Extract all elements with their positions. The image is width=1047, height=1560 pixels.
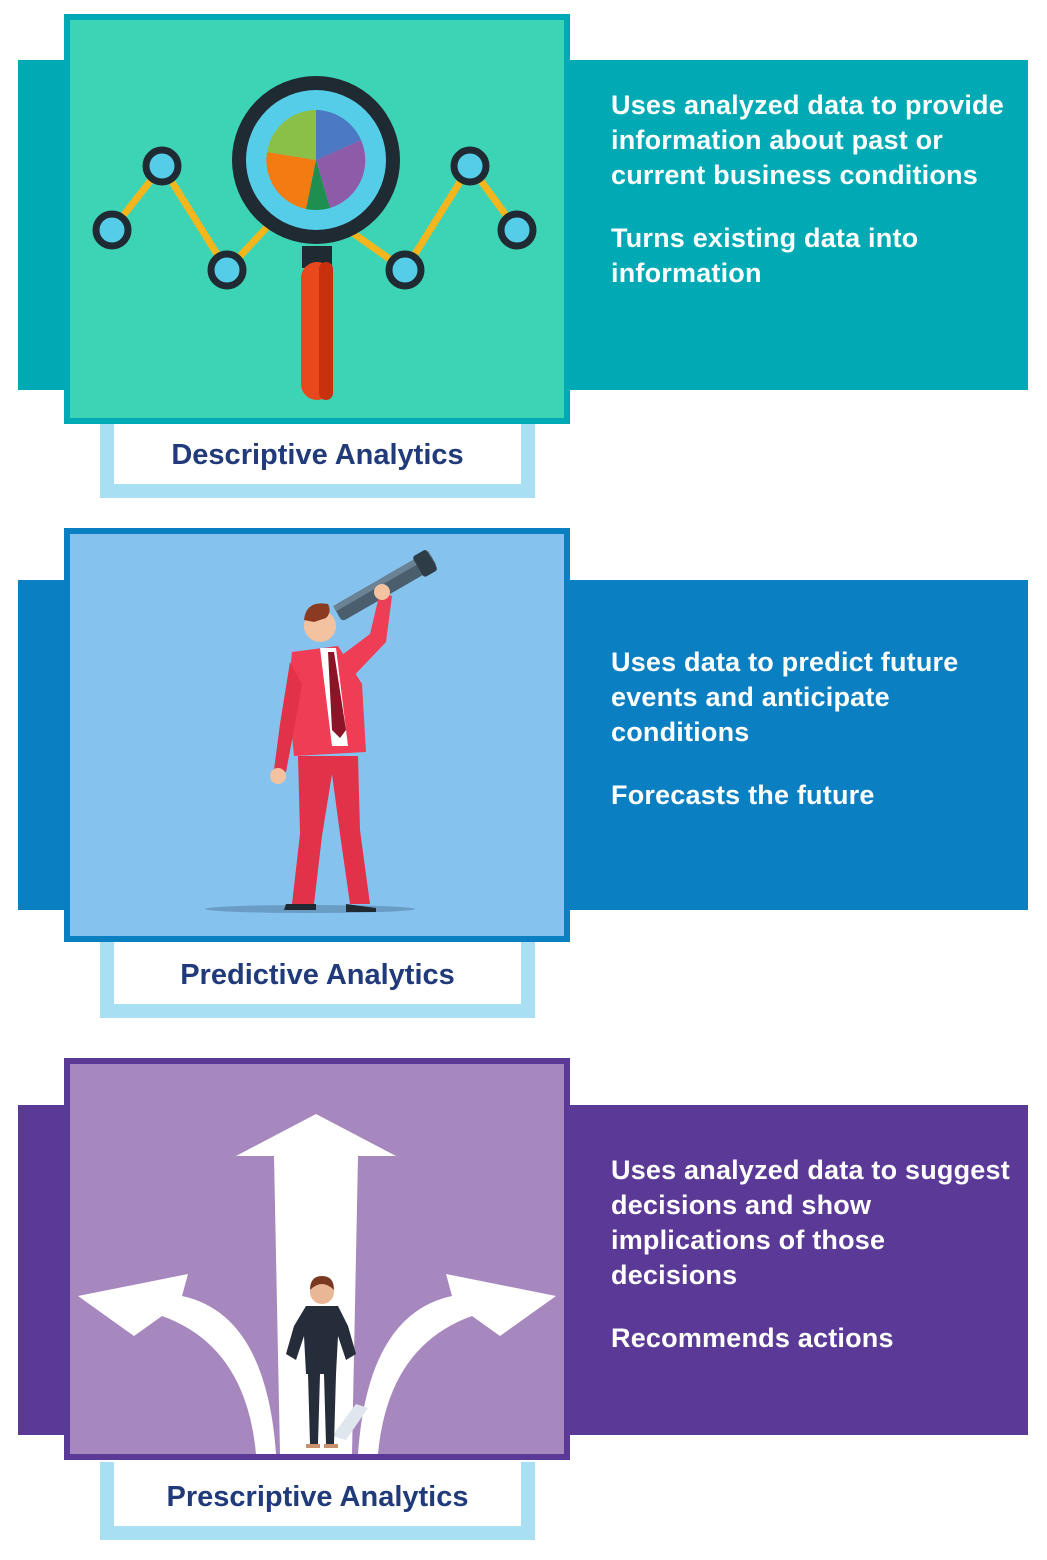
- descriptive-point-1: Uses analyzed data to provide informatio…: [611, 90, 1004, 190]
- businessman-telescope-icon: [205, 550, 437, 913]
- prescriptive-illustration: [64, 1058, 570, 1460]
- descriptive-label-box: Descriptive Analytics: [100, 420, 535, 498]
- prescriptive-description: Uses analyzed data to suggest decisions …: [611, 1153, 1011, 1384]
- prescriptive-point-1: Uses analyzed data to suggest decisions …: [611, 1155, 1010, 1290]
- prescriptive-point-2: Recommends actions: [611, 1323, 894, 1353]
- predictive-illustration: [64, 528, 570, 942]
- predictive-point-1: Uses data to predict future events and a…: [611, 647, 959, 747]
- descriptive-label: Descriptive Analytics: [171, 439, 464, 471]
- predictive-description: Uses data to predict future events and a…: [611, 645, 1011, 841]
- predictive-label: Predictive Analytics: [180, 959, 455, 991]
- magnifier-pie-chart-icon: [92, 76, 537, 400]
- descriptive-point-2: Turns existing data into information: [611, 223, 919, 288]
- descriptive-illustration: [64, 14, 570, 424]
- descriptive-description: Uses analyzed data to provide informatio…: [611, 88, 1011, 319]
- prescriptive-label: Prescriptive Analytics: [166, 1481, 469, 1513]
- predictive-label-box: Predictive Analytics: [100, 940, 535, 1018]
- prescriptive-label-box: Prescriptive Analytics: [100, 1462, 535, 1540]
- crossroads-arrows-icon: [78, 1114, 556, 1454]
- predictive-point-2: Forecasts the future: [611, 780, 875, 810]
